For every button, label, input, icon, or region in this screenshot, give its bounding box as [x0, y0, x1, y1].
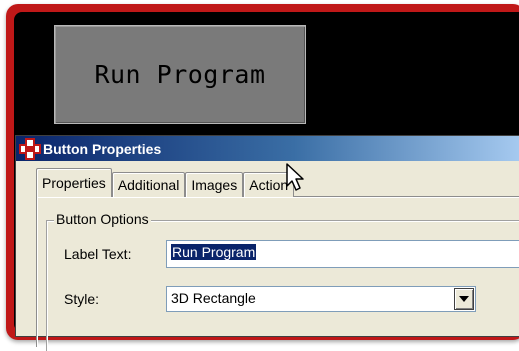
preview-run-program-button[interactable]: Run Program	[54, 25, 306, 124]
chevron-down-icon[interactable]	[454, 288, 474, 310]
style-label: Style:	[64, 291, 100, 307]
tab-additional[interactable]: Additional	[111, 172, 186, 197]
tab-images[interactable]: Images	[185, 172, 244, 197]
tab-strip: Properties Additional Images Action	[36, 168, 295, 197]
mouse-cursor-icon	[285, 162, 307, 196]
button-properties-dialog: Button Properties Properties Additional …	[15, 135, 519, 351]
group-legend: Button Options	[54, 211, 151, 227]
dialog-title: Button Properties	[43, 140, 162, 157]
style-select[interactable]: 3D Rectangle	[166, 286, 476, 312]
label-text-label: Label Text:	[64, 246, 132, 262]
preview-button-label: Run Program	[94, 60, 266, 89]
label-text-input[interactable]: Run Program	[166, 240, 519, 268]
tab-properties[interactable]: Properties	[36, 168, 112, 197]
dialog-titlebar[interactable]: Button Properties	[16, 136, 519, 161]
app-icon	[18, 137, 42, 161]
style-value: 3D Rectangle	[171, 290, 256, 306]
label-text-value: Run Program	[171, 244, 257, 260]
